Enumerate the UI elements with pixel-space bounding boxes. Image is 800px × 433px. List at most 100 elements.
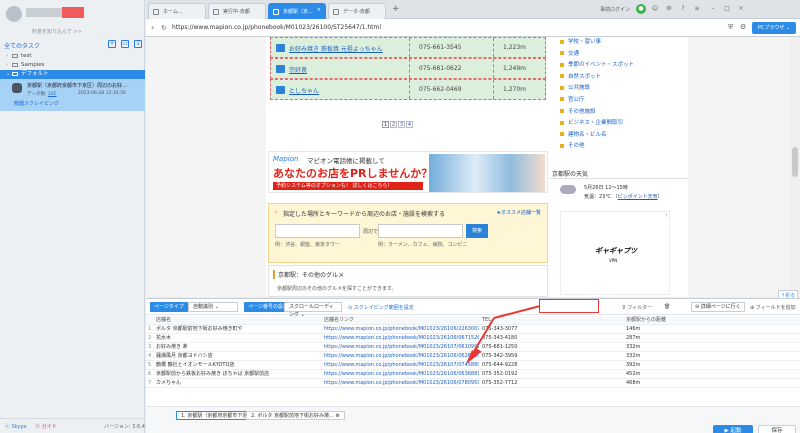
task-title: 京都駅（京都府京都市下京区）周辺のお好…: [27, 83, 128, 89]
add-field-button[interactable]: ⊕ フィールドを追加: [750, 304, 796, 311]
column-header[interactable]: 店舗名リンク: [324, 316, 479, 325]
new-task-icon[interactable]: +: [108, 40, 116, 48]
search-button[interactable]: 検索: [466, 224, 488, 238]
table-row[interactable]: 4 麺燻風月 京都ヨドバシ店 https://www.mapion.co.jp/ph…: [146, 352, 800, 361]
category-link[interactable]: 公共施設: [560, 83, 634, 95]
tab-kyoto-station[interactable]: 京都駅（京... ×: [268, 3, 326, 19]
category-link[interactable]: その他: [560, 141, 634, 153]
import-icon[interactable]: ↓: [134, 40, 142, 48]
delete-icon[interactable]: 🗑: [664, 304, 670, 310]
start-button[interactable]: ▶ 起動: [713, 425, 753, 433]
recommended-list-link[interactable]: ★オススメ店舗一覧: [497, 209, 541, 216]
scrape-range-link[interactable]: ⊙ スクレイピング範囲を設定: [348, 304, 414, 311]
task-card[interactable]: 京都駅（京都府京都市下京区）周辺のお好… データ数: 185 2023-06-2…: [0, 79, 145, 111]
nearby-search-box: ⌕ 指定した場所とキーワードから周辺のお店・施設を検索する ★オススメ店舗一覧 …: [268, 203, 548, 263]
category-link[interactable]: 建物名・ビル名: [560, 130, 634, 142]
folder-icon: [12, 62, 18, 67]
tab-running[interactable]: 実行中-京都: [208, 3, 266, 19]
keyword-input[interactable]: [378, 224, 463, 238]
result-row[interactable]: 宗好衷 075-681-0622 1,249m: [270, 58, 546, 79]
tree-folder-test[interactable]: › test: [0, 52, 145, 61]
scrollbar-thumb[interactable]: [792, 147, 798, 177]
category-link[interactable]: 季節のイベント・スポット: [560, 60, 634, 72]
panel-footer: 1. 京都駅（京都府京都市下京区） 2. ポルタ 京都駅前地下街お好み焼... …: [146, 406, 800, 433]
map-pin-icon[interactable]: [276, 44, 285, 52]
tree-folder-samples[interactable]: › Samples: [0, 61, 145, 70]
category-link[interactable]: 自然スポット: [560, 72, 634, 84]
page-1[interactable]: 1: [382, 121, 389, 128]
status-icon[interactable]: ●: [636, 4, 646, 14]
cloud-scrape-link[interactable]: 敷器スクレイピング: [14, 100, 59, 107]
table-row[interactable]: 6 京都駅前から鉄板お好み焼き ぼちゃば 京都駅前店 https://www.map…: [146, 370, 800, 379]
tree-folder-default[interactable]: ⌄ デフォルト: [0, 70, 145, 79]
paging-select[interactable]: スクロールローディング ⌄: [284, 302, 342, 318]
map-pin-icon[interactable]: [276, 86, 285, 94]
gear-icon[interactable]: ⚙: [740, 23, 746, 31]
address-bar: ‹ ↻ https://www.mapion.co.jp/phonebook/M…: [146, 19, 800, 37]
table-row[interactable]: 7 カメちゃん https://www.mapion.co.jp/phonebook…: [146, 379, 800, 388]
all-tasks-label[interactable]: 全てのタスク: [4, 41, 40, 50]
pr-banner[interactable]: Mapion マピオン電話帳に掲載して あなたのお店をPRしませんか？ 予約シス…: [268, 151, 548, 193]
list-icon[interactable]: ≡: [692, 4, 702, 14]
ad-info-icon[interactable]: i: [666, 213, 667, 219]
page-type-select[interactable]: 自動識別 ⌄: [188, 302, 238, 312]
result-row[interactable]: としちゃん 075-662-0469 1,270m: [270, 79, 546, 100]
guide-link[interactable]: ⓖ ガイド: [35, 423, 57, 430]
maximize-icon[interactable]: □: [722, 4, 732, 14]
close-icon[interactable]: ×: [317, 7, 321, 13]
filter-button[interactable]: ⊽ フィルター: [622, 304, 652, 311]
skype-link[interactable]: ⓢ Skype: [5, 423, 27, 430]
settings-icon[interactable]: ⚙: [664, 4, 674, 14]
shield-icon[interactable]: ⛨: [728, 23, 733, 32]
pinpoint-weather-link[interactable]: ピンポイント天気: [618, 194, 658, 200]
page-icon: [153, 9, 159, 15]
url-input[interactable]: https://www.mapion.co.jp/phonebook/M0102…: [172, 24, 381, 31]
user-icon[interactable]: ☺: [650, 4, 660, 14]
category-link[interactable]: 学校・習い事: [560, 37, 634, 49]
result-row[interactable]: お好み焼き 鉄板焼 元祖よっちゃん 075-661-3545 1,223m: [270, 37, 546, 58]
category-link[interactable]: 交通: [560, 49, 634, 61]
vpn-ad[interactable]: i ギャギャプツ VPN: [560, 211, 670, 295]
back-icon[interactable]: ‹: [151, 23, 154, 32]
save-button[interactable]: 保存: [758, 425, 796, 433]
help-icon[interactable]: ?: [678, 4, 688, 14]
close-icon[interactable]: ⊗: [335, 413, 339, 419]
new-tab-icon[interactable]: +: [392, 4, 400, 14]
avatar[interactable]: [6, 6, 22, 22]
pre-login-button[interactable]: 事前ログイン: [600, 6, 630, 13]
window-close-icon[interactable]: ×: [736, 4, 746, 14]
tab-home[interactable]: ホーム...: [148, 3, 206, 19]
folder-icon: [12, 53, 18, 58]
table-row[interactable]: 3 お好み焼き 茅 https://www.mapion.co.jp/phonebo…: [146, 343, 800, 352]
robot-icon: [12, 83, 22, 93]
category-link[interactable]: ビジネス・企業間取引: [560, 118, 634, 130]
web-viewport: お好み焼き 鉄板焼 元祖よっちゃん 075-661-3545 1,223m 宗好衷 0…: [146, 37, 790, 297]
category-link[interactable]: 官公庁: [560, 95, 634, 107]
category-link[interactable]: その他施設: [560, 107, 634, 119]
page-tab-2[interactable]: 2. ポルタ 京都駅前地下街お好み焼... ⊗: [246, 411, 345, 420]
table-row[interactable]: 1 ポルタ 京都駅前地下街お好み焼き町や https://www.mapion.co…: [146, 325, 800, 334]
new-folder-icon[interactable]: ▭: [121, 40, 129, 48]
column-header[interactable]: 店舗名: [156, 316, 316, 325]
upgrade-link[interactable]: 料金を知り込んで >>: [32, 28, 82, 35]
pc-browser-button[interactable]: PCブラウザ ⌄: [752, 22, 796, 34]
column-header[interactable]: 京都駅からの距離: [626, 316, 776, 325]
minimize-icon[interactable]: –: [708, 4, 718, 14]
data-count-link[interactable]: 185: [48, 92, 57, 97]
table-row[interactable]: 2 花水木 https://www.mapion.co.jp/phonebook/M…: [146, 334, 800, 343]
map-pin-icon[interactable]: [276, 65, 285, 73]
reload-icon[interactable]: ↻: [161, 24, 167, 32]
table-row[interactable]: 5 鶴橋 鶴社とイオンモールKYOTO店 https://www.mapion.co…: [146, 361, 800, 370]
page-3[interactable]: 3: [398, 121, 405, 128]
page-2[interactable]: 2: [390, 121, 397, 128]
page-4[interactable]: 4: [406, 121, 413, 128]
page-icon: [213, 9, 219, 15]
app-window: 料金を知り込んで >> 全てのタスク + ▭ ↓ › test › Samples …: [0, 0, 800, 433]
tab-data[interactable]: データ-京都: [328, 3, 386, 19]
column-header[interactable]: TEL: [482, 316, 622, 325]
profile-area: 料金を知り込んで >>: [0, 0, 144, 38]
web-scrollbar[interactable]: [790, 37, 800, 297]
category-list: 学校・習い事 交通 季節のイベント・スポット 自然スポット 公共施設 官公庁 そ…: [560, 37, 634, 153]
goto-detail-button[interactable]: ⊖ 詳細ページに行く: [691, 302, 745, 312]
place-input[interactable]: [275, 224, 360, 238]
